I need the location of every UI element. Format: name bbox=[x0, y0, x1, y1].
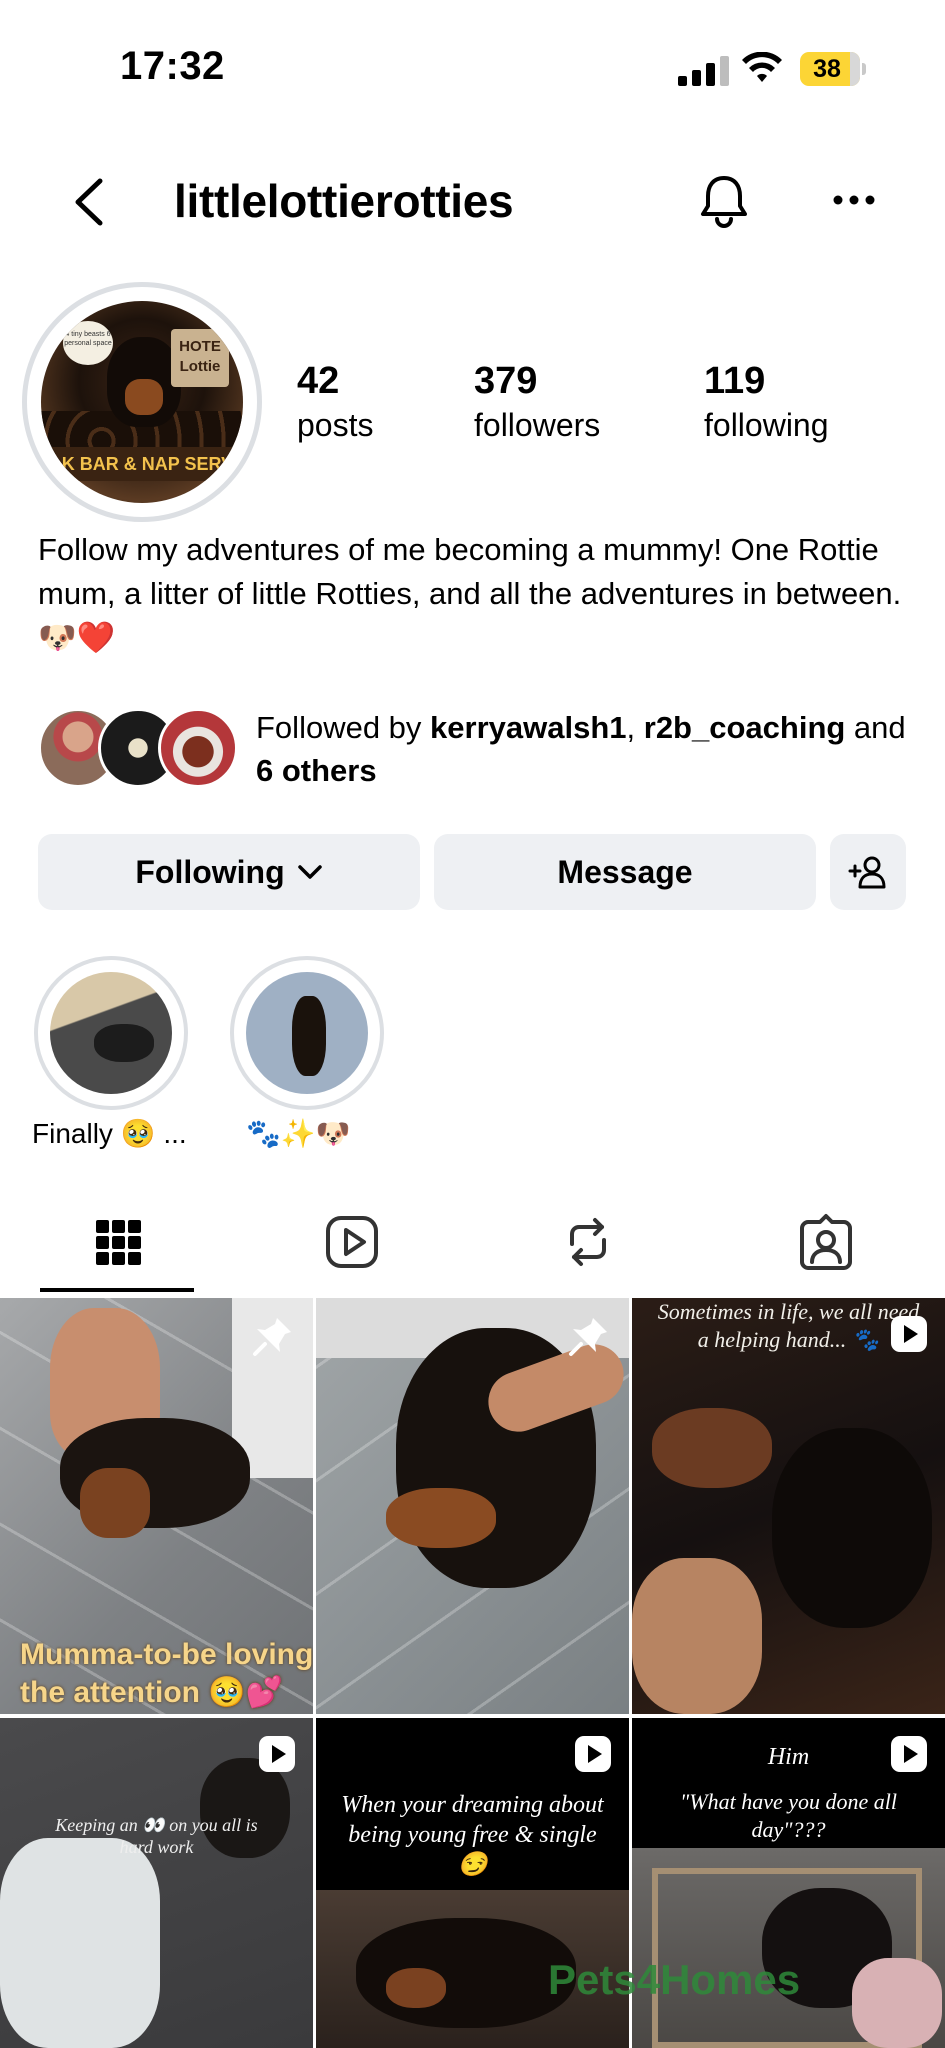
followed-by-user-1[interactable]: kerryawalsh1 bbox=[430, 710, 626, 745]
bell-icon[interactable] bbox=[698, 174, 750, 230]
profile-avatar[interactable]: 4 tiny beasts 6 personal space HOTE Lott… bbox=[22, 282, 262, 522]
wifi-icon bbox=[742, 52, 782, 82]
post-caption: "What have you done all day"??? bbox=[680, 1789, 897, 1842]
active-tab-indicator bbox=[40, 1288, 194, 1292]
back-icon[interactable] bbox=[70, 177, 110, 227]
stat-followers-label: followers bbox=[474, 407, 601, 443]
message-button[interactable]: Message bbox=[434, 834, 816, 910]
avatar-sign: LK BAR & NAP SERV bbox=[41, 447, 243, 481]
reel-icon bbox=[891, 1316, 927, 1352]
stat-following-value: 119 bbox=[704, 360, 766, 402]
profile-bio: Follow my adventures of me becoming a mu… bbox=[38, 532, 902, 655]
pin-icon bbox=[569, 1318, 607, 1356]
chevron-down-icon bbox=[297, 865, 322, 879]
following-button-label: Following bbox=[135, 853, 285, 890]
highlight-cover bbox=[50, 972, 172, 1094]
following-button[interactable]: Following bbox=[38, 834, 420, 910]
profile-tabs bbox=[0, 1198, 945, 1294]
followed-by-avatars[interactable] bbox=[38, 708, 238, 788]
reel-icon bbox=[259, 1736, 295, 1772]
status-time: 17:32 bbox=[120, 44, 225, 88]
suggested-users-button[interactable] bbox=[830, 834, 906, 910]
profile-username: littlelottierotties bbox=[174, 175, 514, 227]
reposts-icon[interactable] bbox=[558, 1212, 618, 1272]
battery-percent: 38 bbox=[813, 55, 841, 83]
tagged-icon[interactable] bbox=[796, 1212, 856, 1272]
stat-posts-label: posts bbox=[297, 407, 374, 443]
pin-icon bbox=[253, 1318, 291, 1356]
avatar-bubble-text: 4 tiny beasts 6 personal space bbox=[63, 321, 113, 365]
stat-followers[interactable]: 379 followers bbox=[474, 358, 600, 446]
post-caption: When your dreaming about being young fre… bbox=[341, 1792, 604, 1878]
highlight-label: Finally 🥹 ... bbox=[32, 1118, 187, 1149]
stat-followers-value: 379 bbox=[474, 360, 538, 402]
grid-post[interactable]: Keeping an 👀 on you all is hard work bbox=[0, 1718, 313, 2048]
highlight-paws[interactable] bbox=[230, 956, 384, 1110]
highlight-finally[interactable] bbox=[34, 956, 188, 1110]
stat-following[interactable]: 119 following bbox=[704, 358, 829, 446]
avatar-hotel-sign: HOTE Lottie bbox=[171, 329, 229, 387]
grid-post[interactable]: Mumma-to-be loving the attention 🥹💕 bbox=[0, 1298, 313, 1714]
reels-icon[interactable] bbox=[322, 1212, 382, 1272]
avatar-image: 4 tiny beasts 6 personal space HOTE Lott… bbox=[41, 301, 243, 503]
status-bar: 17:32 38 bbox=[0, 0, 945, 130]
stat-posts[interactable]: 42 posts bbox=[297, 358, 373, 446]
profile-header: littlelottierotties bbox=[0, 160, 945, 240]
grid-icon[interactable] bbox=[88, 1212, 148, 1272]
watermark: Pets4Homes bbox=[548, 1956, 801, 2003]
followed-by-user-2[interactable]: r2b_coaching bbox=[644, 710, 846, 745]
more-icon[interactable] bbox=[832, 190, 876, 210]
posts-grid: Mumma-to-be loving the attention 🥹💕 Some… bbox=[0, 1298, 945, 2048]
stat-posts-value: 42 bbox=[297, 360, 340, 402]
followed-by-text[interactable]: Followed by kerryawalsh1, r2b_coaching a… bbox=[256, 706, 916, 792]
battery-icon: 38 bbox=[800, 52, 866, 86]
post-caption-line1: Mumma-to-be loving bbox=[20, 1638, 313, 1671]
post-caption: Keeping an 👀 on you all is hard work bbox=[55, 1815, 258, 1857]
grid-post[interactable] bbox=[316, 1298, 629, 1714]
reel-icon bbox=[575, 1736, 611, 1772]
cellular-signal-icon bbox=[678, 56, 729, 86]
reel-icon bbox=[891, 1736, 927, 1772]
highlight-cover bbox=[246, 972, 368, 1094]
highlight-label: 🐾✨🐶 bbox=[246, 1118, 351, 1149]
add-user-icon bbox=[848, 856, 886, 889]
stat-following-label: following bbox=[704, 407, 829, 443]
grid-post[interactable]: Sometimes in life, we all need a helping… bbox=[632, 1298, 945, 1714]
followed-by-others[interactable]: 6 others bbox=[256, 753, 377, 788]
avatar bbox=[158, 708, 238, 788]
message-button-label: Message bbox=[557, 853, 693, 890]
post-caption-line2: the attention 🥹💕 bbox=[20, 1676, 284, 1709]
